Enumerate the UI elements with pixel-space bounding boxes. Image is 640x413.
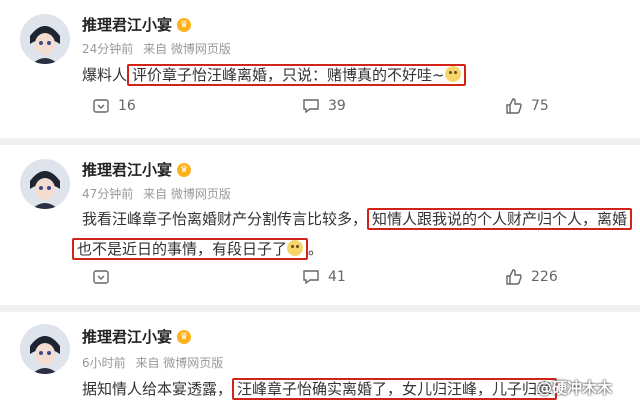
comment-count: 39 <box>328 98 346 114</box>
comment-button[interactable]: 39 <box>302 97 346 115</box>
avatar[interactable] <box>20 14 70 64</box>
highlighted-text-line-2: 也不是近日的事情，有段日子了 <box>72 238 309 260</box>
action-bar: 16 39 75 <box>0 93 640 121</box>
post-content-line-2: 也不是近日的事情，有段日子了 。 <box>72 234 323 264</box>
post-text-post: 。 <box>308 240 324 258</box>
post-text-pre: 爆料人 <box>82 66 128 84</box>
post-meta: 24分钟前 来自 微博网页版 <box>82 40 237 57</box>
comment-icon <box>302 97 320 115</box>
post-time[interactable]: 47分钟前 <box>82 187 133 201</box>
post-source: 来自 微博网页版 <box>143 187 231 201</box>
thumbs-up-icon <box>505 268 523 286</box>
author-name-text[interactable]: 推理君江小宴 <box>82 14 172 35</box>
repost-icon <box>92 268 110 286</box>
post-card-1: 推理君江小宴 ♛ 24分钟前 来自 微博网页版 爆料人 评价章子怡汪峰离婚，只说：… <box>0 0 640 138</box>
author-name[interactable]: 推理君江小宴 ♛ <box>82 159 192 180</box>
post-time[interactable]: 6小时前 <box>82 356 126 370</box>
author-name-text[interactable]: 推理君江小宴 <box>82 159 172 180</box>
comment-icon <box>302 268 320 286</box>
author-name[interactable]: 推理君江小宴 ♛ <box>82 14 192 35</box>
comment-count: 41 <box>328 269 346 285</box>
repost-button[interactable] <box>92 268 118 286</box>
highlighted-text-content: 也不是近日的事情，有段日子了 <box>77 240 288 258</box>
highlighted-text: 评价章子怡汪峰离婚，只说：赌博真的不好哇~ <box>127 64 466 86</box>
post-source: 来自 微博网页版 <box>135 356 224 370</box>
comment-button[interactable]: 41 <box>302 268 346 286</box>
thumbs-up-icon <box>505 97 523 115</box>
highlighted-text-line-1: 知情人跟我说的个人财产归个人，离婚 <box>367 208 633 230</box>
like-count: 226 <box>531 269 558 285</box>
crown-badge-icon: ♛ <box>177 329 192 344</box>
post-source: 来自 微博网页版 <box>143 42 231 56</box>
crown-badge-icon: ♛ <box>177 17 192 32</box>
emoji-icon <box>444 66 461 82</box>
repost-count: 16 <box>118 98 136 114</box>
repost-button[interactable]: 16 <box>92 97 136 115</box>
action-bar: 41 226 <box>0 264 640 292</box>
highlighted-text-content: 评价章子怡汪峰离婚，只说：赌博真的不好哇~ <box>132 66 445 84</box>
post-text-pre: 据知情人给本宴透露， <box>82 380 233 398</box>
post-content: 爆料人 评价章子怡汪峰离婚，只说：赌博真的不好哇~ <box>82 60 466 90</box>
crown-badge-icon: ♛ <box>177 162 192 177</box>
post-content: 据知情人给本宴透露， 汪峰章子怡确实离婚了，女儿归汪峰，儿子归章 <box>82 374 558 404</box>
author-name[interactable]: 推理君江小宴 ♛ <box>82 326 192 347</box>
avatar[interactable] <box>20 324 70 374</box>
like-button[interactable]: 75 <box>505 97 549 115</box>
author-name-text[interactable]: 推理君江小宴 <box>82 326 172 347</box>
post-meta: 47分钟前 来自 微博网页版 <box>82 185 237 202</box>
like-button[interactable]: 226 <box>505 268 558 286</box>
post-content-line-1: 我看汪峰章子怡离婚财产分割传言比较多， 知情人跟我说的个人财产归个人，离婚 <box>82 204 633 234</box>
post-card-2: 推理君江小宴 ♛ 47分钟前 来自 微博网页版 我看汪峰章子怡离婚财产分割传言比… <box>0 145 640 305</box>
highlighted-text: 汪峰章子怡确实离婚了，女儿归汪峰，儿子归章 <box>232 378 558 400</box>
like-count: 75 <box>531 98 549 114</box>
post-text-pre: 我看汪峰章子怡离婚财产分割传言比较多， <box>82 210 368 228</box>
watermark: @硬冲木木 <box>537 379 613 397</box>
highlighted-text-content: 汪峰章子怡确实离婚了，女儿归汪峰，儿子 <box>237 380 523 398</box>
post-time[interactable]: 24分钟前 <box>82 42 133 56</box>
repost-icon <box>92 97 110 115</box>
emoji-icon <box>287 240 304 256</box>
avatar[interactable] <box>20 159 70 209</box>
post-meta: 6小时前 来自 微博网页版 <box>82 354 229 371</box>
